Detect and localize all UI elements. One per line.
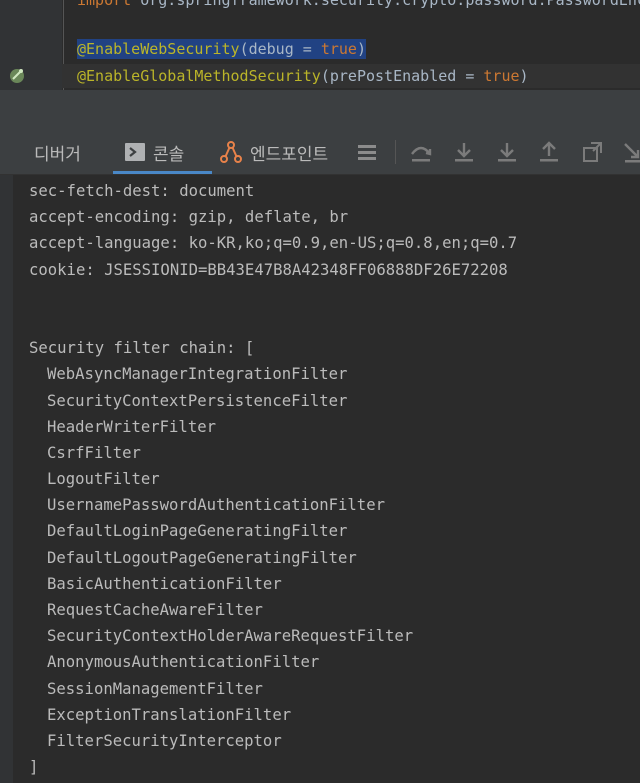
panel-divider[interactable] [0, 90, 640, 131]
console-line-filter: AnonymousAuthenticationFilter [47, 653, 320, 672]
tab-endpoints-label: 엔드포인트 [250, 144, 329, 165]
console-line: sec-fetch-dest: document [29, 182, 255, 200]
console-line: accept-language: ko-KR,ko;q=0.9,en-US;q=… [29, 234, 518, 253]
tab-debugger[interactable]: 디버거 [34, 130, 81, 174]
annotation-name: @EnableGlobalMethodSecurity [77, 67, 321, 85]
tab-debugger-label: 디버거 [34, 144, 81, 165]
console-line: accept-encoding: gzip, deflate, br [29, 208, 349, 227]
console-line-chain-close: ] [29, 758, 39, 777]
console-line-filter: ExceptionTranslationFilter [47, 705, 292, 724]
console-line-filter: SecurityContextPersistenceFilter [47, 391, 348, 410]
step-out-icon[interactable] [537, 140, 561, 164]
console-line-filter: LogoutFilter [47, 470, 160, 489]
console-line-filter: SecurityContextHolderAwareRequestFilter [47, 627, 414, 646]
annotation-args: (debug = [239, 40, 321, 58]
annotation-args: (prePostEnabled = [320, 67, 484, 85]
code-editor[interactable]: import org.springframework.security.cryp… [0, 0, 640, 90]
step-into-icon[interactable] [452, 140, 476, 164]
drop-frame-icon[interactable] [580, 140, 604, 164]
console-line-filter: FilterSecurityInterceptor [47, 731, 282, 750]
console-gutter [0, 175, 13, 783]
console-line-filter: SessionManagementFilter [47, 679, 263, 698]
annotation-close: ) [519, 67, 529, 85]
debug-toolbar: 디버거 콘솔 엔드포인트 [0, 130, 640, 175]
tab-console[interactable]: 콘솔 [113, 130, 213, 174]
console-line-filter: DefaultLoginPageGeneratingFilter [47, 522, 348, 541]
force-step-into-icon[interactable] [495, 140, 519, 164]
tab-endpoints[interactable]: 엔드포인트 [220, 130, 328, 174]
tab-console-label: 콘솔 [153, 144, 185, 165]
endpoints-icon [220, 141, 242, 163]
console-line-filter: CsrfFilter [47, 443, 141, 462]
menu-icon[interactable] [355, 140, 379, 164]
tab-active-indicator [113, 171, 213, 174]
step-over-icon[interactable] [409, 140, 433, 164]
console-line-filter: DefaultLogoutPageGeneratingFilter [47, 548, 357, 567]
toolbar-separator [395, 140, 396, 164]
console-lines: sec-fetch-dest: document accept-encoding… [29, 178, 517, 780]
console-line-filter: HeaderWriterFilter [47, 417, 216, 436]
console-line: cookie: JSESSIONID=BB43E47B8A42348FF0688… [29, 260, 508, 279]
code-line-import[interactable]: import org.springframework.security.cryp… [77, 0, 640, 10]
annotation-value: true [320, 40, 357, 58]
console-line-filter: UsernamePasswordAuthenticationFilter [47, 496, 385, 515]
code-line-enable-web-security[interactable]: @EnableWebSecurity(debug = true) [77, 39, 366, 59]
annotation-name: @EnableWebSecurity [77, 40, 240, 58]
import-path: org.springframework.security.crypto.pass… [131, 0, 640, 9]
annotation-close: ) [356, 40, 366, 58]
annotation-value: true [483, 67, 520, 85]
code-line-enable-global-method-security[interactable]: @EnableGlobalMethodSecurity(prePostEnabl… [77, 66, 529, 86]
console-line-chain-title: Security filter chain: [ [29, 339, 255, 358]
console-line-filter: BasicAuthenticationFilter [47, 574, 282, 593]
run-to-cursor-icon[interactable] [622, 140, 640, 164]
import-keyword: import [77, 0, 132, 9]
spring-bean-icon[interactable] [8, 67, 26, 85]
console-line-filter: RequestCacheAwareFilter [47, 601, 263, 619]
console-line-filter: WebAsyncManagerIntegrationFilter [47, 365, 348, 384]
console-output[interactable]: sec-fetch-dest: document accept-encoding… [0, 175, 640, 783]
console-icon [125, 143, 145, 161]
